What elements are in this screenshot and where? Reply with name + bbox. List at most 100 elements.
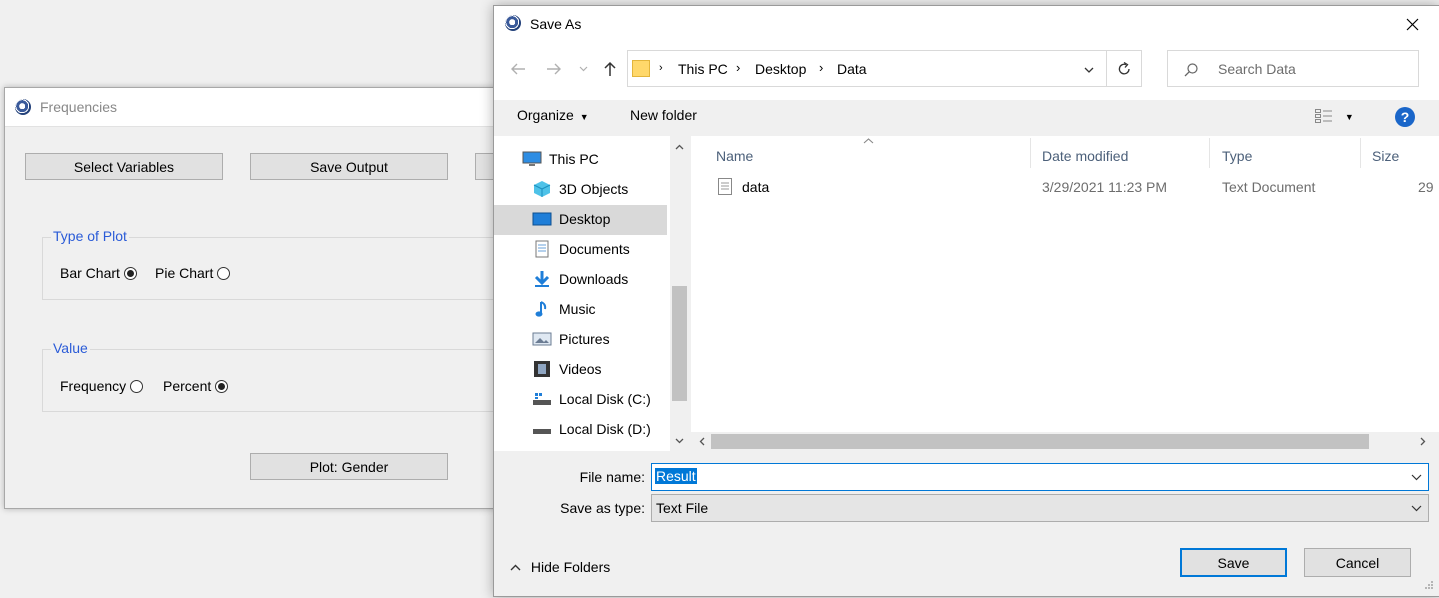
frequencies-window: Frequencies Select Variables Save Output… xyxy=(4,87,526,509)
save-type-dropdown-icon[interactable] xyxy=(1411,505,1422,512)
address-dropdown-icon[interactable] xyxy=(1084,67,1094,73)
frequency-option[interactable]: Frequency xyxy=(60,378,144,394)
save-type-value: Text File xyxy=(656,500,709,516)
forward-arrow-icon[interactable] xyxy=(546,62,562,76)
sidebar-item-local-disk-c[interactable]: Local Disk (C:) xyxy=(532,384,667,414)
cancel-button[interactable]: Cancel xyxy=(1304,548,1411,577)
percent-label: Percent xyxy=(163,378,212,394)
refresh-button[interactable] xyxy=(1107,50,1142,87)
nav-pane-scrollbar[interactable] xyxy=(670,136,689,451)
breadcrumb-separator: › xyxy=(659,62,663,74)
table-row[interactable]: data 3/29/2021 11:23 PM Text Document 29 xyxy=(691,174,1439,200)
sidebar-item-label: Documents xyxy=(559,241,630,257)
sidebar-item-documents[interactable]: Documents xyxy=(532,234,667,264)
sidebar-item-label: Videos xyxy=(559,361,602,377)
sidebar-item-downloads[interactable]: Downloads xyxy=(532,264,667,294)
help-icon[interactable]: ? xyxy=(1395,107,1415,127)
file-size: 29 xyxy=(1418,179,1434,195)
search-placeholder: Search Data xyxy=(1218,61,1296,77)
sidebar-item-3d-objects[interactable]: 3D Objects xyxy=(532,174,667,204)
file-list-hscrollbar[interactable] xyxy=(691,432,1439,451)
document-icon xyxy=(535,240,549,258)
sidebar-item-desktop[interactable]: Desktop xyxy=(532,204,667,234)
sidebar-item-local-disk-d[interactable]: Local Disk (D:) xyxy=(532,414,667,444)
breadcrumb-desktop[interactable]: Desktop xyxy=(755,61,806,77)
percent-radio[interactable] xyxy=(215,380,229,393)
sidebar-item-label: Music xyxy=(559,301,596,317)
nav-scroll-thumb[interactable] xyxy=(672,286,687,401)
breadcrumb-data[interactable]: Data xyxy=(837,61,867,77)
plot-type-group-title: Type of Plot xyxy=(51,228,129,244)
file-name-dropdown-icon[interactable] xyxy=(1411,474,1422,481)
save-output-button[interactable]: Save Output xyxy=(250,153,448,180)
file-date: 3/29/2021 11:23 PM xyxy=(1042,179,1168,195)
bar-chart-option[interactable]: Bar Chart xyxy=(60,265,137,281)
sidebar-item-label: Local Disk (D:) xyxy=(559,421,651,437)
save-as-titlebar[interactable]: Save As xyxy=(494,6,1439,40)
sidebar-item-label: 3D Objects xyxy=(559,181,629,197)
scroll-down-icon[interactable] xyxy=(675,438,684,444)
scroll-left-icon[interactable] xyxy=(699,437,705,446)
file-name-input[interactable]: Result xyxy=(651,463,1429,491)
hide-folders-toggle[interactable]: Hide Folders xyxy=(510,559,610,575)
breadcrumb-separator: › xyxy=(736,60,741,75)
breadcrumb-this-pc[interactable]: This PC xyxy=(678,61,728,77)
command-bar: Organize ▼ New folder ▼ ? xyxy=(494,100,1439,136)
resize-grip-icon[interactable] xyxy=(1422,580,1434,592)
value-group-title: Value xyxy=(51,340,90,356)
frequencies-title: Frequencies xyxy=(40,99,118,115)
file-list[interactable]: Name Date modified Type Size data 3/29/2… xyxy=(691,136,1439,451)
search-box[interactable]: Search Data xyxy=(1167,50,1419,87)
file-name-value: Result xyxy=(655,468,697,484)
column-divider[interactable] xyxy=(1030,138,1031,168)
plot-button[interactable]: Plot: Gender xyxy=(250,453,448,480)
sidebar-item-label: Desktop xyxy=(559,211,611,227)
pie-chart-radio[interactable] xyxy=(217,267,231,280)
save-button[interactable]: Save xyxy=(1180,548,1287,577)
view-options-button[interactable]: ▼ xyxy=(1315,109,1354,126)
frequency-label: Frequency xyxy=(60,378,127,394)
column-header-type[interactable]: Type xyxy=(1222,148,1252,164)
drive-icon xyxy=(533,393,551,405)
desktop-icon xyxy=(532,212,552,226)
bar-chart-radio[interactable] xyxy=(123,267,137,280)
new-folder-button[interactable]: New folder xyxy=(630,107,697,123)
sidebar-item-label: Local Disk (C:) xyxy=(559,391,651,407)
address-bar[interactable]: › This PC › Desktop › Data xyxy=(627,50,1107,87)
sidebar-item-music[interactable]: Music xyxy=(532,294,667,324)
up-arrow-icon[interactable] xyxy=(603,61,617,77)
hscroll-thumb[interactable] xyxy=(711,434,1369,449)
sidebar-item-label: Pictures xyxy=(559,331,610,347)
sidebar-item-label: This PC xyxy=(549,151,599,167)
sort-ascending-icon xyxy=(863,138,874,144)
pie-chart-option[interactable]: Pie Chart xyxy=(155,265,231,281)
pictures-icon xyxy=(532,332,552,346)
back-arrow-icon[interactable] xyxy=(510,62,526,76)
save-type-select[interactable]: Text File xyxy=(651,494,1429,522)
file-name-label: File name: xyxy=(579,469,645,485)
frequency-radio[interactable] xyxy=(130,380,144,393)
scroll-right-icon[interactable] xyxy=(1420,437,1426,446)
select-variables-button[interactable]: Select Variables xyxy=(25,153,223,180)
column-divider[interactable] xyxy=(1360,138,1361,168)
app-logo-icon xyxy=(505,15,521,31)
close-icon[interactable] xyxy=(1406,18,1419,31)
navigation-pane[interactable]: This PC 3D Objects Desktop Documents Dow… xyxy=(494,136,689,451)
recent-chevron-icon[interactable] xyxy=(579,66,588,72)
column-header-size[interactable]: Size xyxy=(1372,148,1399,164)
column-header-date[interactable]: Date modified xyxy=(1042,148,1128,164)
column-divider[interactable] xyxy=(1209,138,1210,168)
sidebar-item-this-pc[interactable]: This PC xyxy=(522,144,667,174)
videos-icon xyxy=(534,361,550,377)
view-dropdown-icon: ▼ xyxy=(1344,112,1354,122)
details-view-icon xyxy=(1315,109,1332,123)
percent-option[interactable]: Percent xyxy=(163,378,229,394)
scroll-up-icon[interactable] xyxy=(675,144,684,150)
sidebar-item-pictures[interactable]: Pictures xyxy=(532,324,667,354)
pie-chart-label: Pie Chart xyxy=(155,265,214,281)
sidebar-item-label: Downloads xyxy=(559,271,629,287)
sidebar-item-videos[interactable]: Videos xyxy=(532,354,667,384)
column-header-name[interactable]: Name xyxy=(716,148,753,164)
frequencies-titlebar[interactable]: Frequencies xyxy=(5,88,525,127)
organize-button[interactable]: Organize ▼ xyxy=(517,107,589,123)
